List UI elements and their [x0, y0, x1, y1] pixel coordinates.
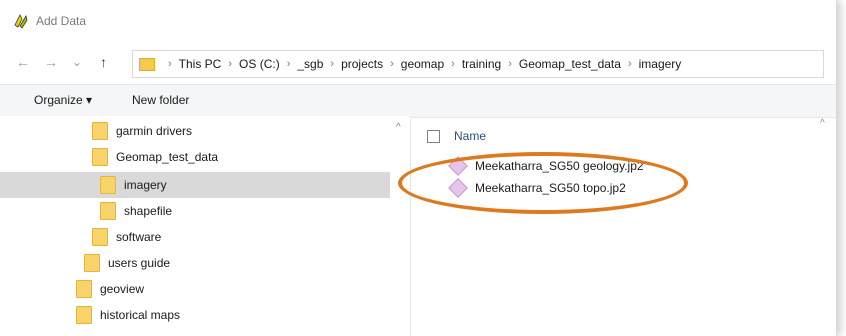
tree-item-label: garmin drivers: [116, 124, 193, 138]
tree-item-imagery[interactable]: imagery: [0, 172, 390, 198]
folder-icon: [139, 57, 155, 71]
breadcrumb-training[interactable]: training: [462, 57, 501, 71]
up-icon[interactable]: ↑: [100, 54, 107, 70]
tree-item-software[interactable]: software: [92, 224, 161, 250]
tree-item-label: imagery: [124, 178, 167, 192]
folder-icon: [100, 202, 116, 220]
highlight-ellipse: [398, 152, 688, 214]
breadcrumb-os-c[interactable]: OS (C:): [239, 57, 280, 71]
folder-icon: [92, 148, 108, 166]
folder-tree: garmin drivers Geomap_test_data imagery …: [0, 116, 410, 336]
tree-item-label: historical maps: [100, 308, 181, 322]
file-list: Name Meekatharra_SG50 geology.jp2 Meekat…: [410, 116, 837, 336]
add-data-window: Add Data ← → ⌄ ↑ › This PC › OS (C:) › _…: [0, 0, 837, 336]
title-bar: Add Data: [0, 0, 836, 44]
recent-locations-icon[interactable]: ⌄: [72, 55, 82, 69]
sort-up-icon: ^: [820, 118, 825, 129]
folder-icon: [92, 228, 108, 246]
column-name-label: Name: [454, 129, 487, 143]
tree-item-users-guide[interactable]: users guide: [84, 250, 170, 276]
scroll-up-icon[interactable]: ^: [396, 122, 401, 133]
new-folder-button[interactable]: New folder: [132, 93, 189, 107]
name-column-header[interactable]: Name: [427, 124, 819, 148]
folder-icon: [84, 254, 100, 272]
tree-item-geoview[interactable]: geoview: [76, 276, 144, 302]
chevron-right-icon: ›: [228, 58, 233, 70]
folder-icon: [100, 176, 116, 194]
chevron-right-icon: ›: [451, 58, 455, 70]
chevron-right-icon: ›: [508, 58, 512, 70]
forward-icon[interactable]: →: [44, 54, 58, 70]
folder-icon: [92, 122, 108, 140]
folder-icon: [76, 280, 92, 298]
breadcrumb-projects[interactable]: projects: [341, 57, 383, 71]
app-logo-icon: [14, 14, 28, 29]
tree-item-label: software: [116, 230, 162, 244]
tree-item-shapefile[interactable]: shapefile: [100, 198, 172, 224]
chevron-right-icon: ›: [286, 58, 291, 70]
breadcrumb-imagery[interactable]: imagery: [639, 57, 682, 71]
tree-item-historical-maps[interactable]: historical maps: [76, 302, 180, 328]
folder-icon: [76, 306, 92, 324]
tree-item-label: users guide: [108, 256, 171, 270]
tree-item-label: Geomap_test_data: [116, 150, 219, 164]
tree-item-label: shapefile: [124, 204, 173, 218]
chevron-right-icon: ›: [168, 58, 172, 70]
tree-item-garmin-drivers[interactable]: garmin drivers: [92, 118, 192, 144]
breadcrumb-sgb[interactable]: _sgb: [297, 57, 323, 71]
back-icon[interactable]: ←: [16, 54, 30, 70]
tree-item-geomap-test-data[interactable]: Geomap_test_data: [92, 144, 218, 170]
tree-item-label: geoview: [100, 282, 145, 296]
breadcrumb-geomap-test-data[interactable]: Geomap_test_data: [519, 57, 621, 71]
breadcrumb-this-pc[interactable]: This PC: [179, 57, 222, 71]
navigation-bar: ← → ⌄ ↑ › This PC › OS (C:) › _sgb › pro…: [0, 44, 836, 82]
window-title: Add Data: [36, 14, 87, 28]
toolbar: Organize ▾ New folder: [0, 84, 836, 118]
breadcrumb-geomap[interactable]: geomap: [401, 57, 444, 71]
organize-button[interactable]: Organize ▾: [34, 93, 92, 107]
chevron-right-icon: ›: [390, 58, 394, 70]
select-all-checkbox[interactable]: [427, 129, 440, 143]
chevron-right-icon: ›: [627, 58, 632, 70]
address-bar[interactable]: › This PC › OS (C:) › _sgb › projects › …: [132, 50, 824, 78]
chevron-right-icon: ›: [330, 58, 335, 70]
